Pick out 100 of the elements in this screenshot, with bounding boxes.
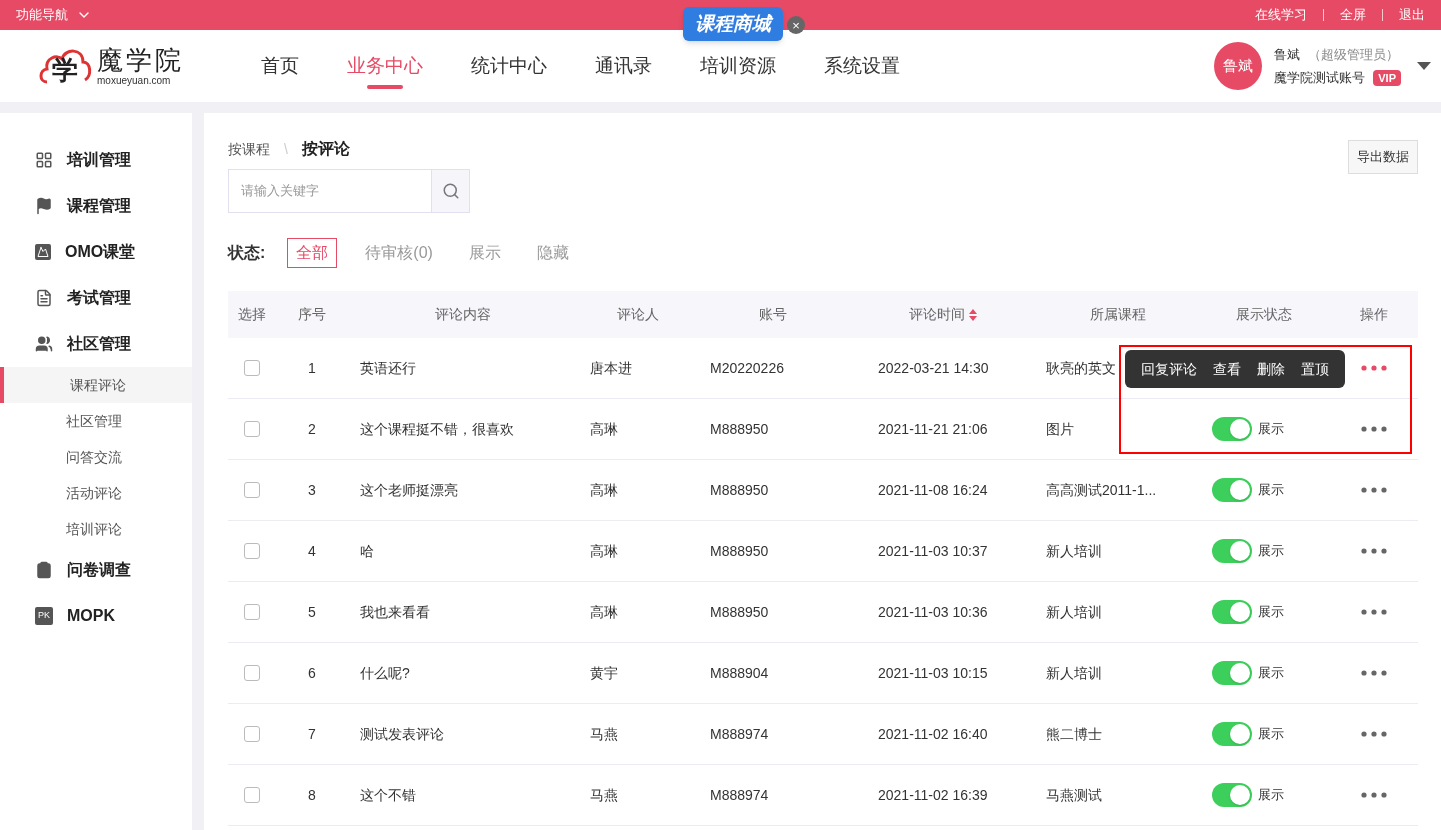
sidebar-subitem[interactable]: 社区管理 [0,403,192,439]
sidebar-item[interactable]: 问卷调查 [0,547,192,593]
status-text: 展示 [1258,603,1284,622]
menu-action[interactable]: 查看 [1213,358,1241,380]
vip-badge: VIP [1373,69,1401,86]
pk-icon: PK [35,607,53,625]
dropdown-icon[interactable] [1417,62,1431,70]
nav-tab[interactable]: 系统设置 [824,30,900,102]
display-toggle[interactable] [1212,478,1252,502]
column-header: 展示状态 [1235,305,1293,324]
status-filter-tab[interactable]: 全部 [287,238,338,268]
row-checkbox[interactable] [244,726,260,742]
breadcrumb-item[interactable]: 按评论 [301,137,350,161]
more-icon[interactable] [1361,426,1387,432]
grid-icon [35,151,53,169]
clipboard-icon [35,561,53,579]
display-toggle[interactable] [1212,783,1252,807]
sidebar-item[interactable]: OMO课堂 [0,229,192,275]
sidebar-item[interactable]: PK MOPK [0,593,192,639]
export-button[interactable]: 导出数据 [1348,140,1418,174]
column-header: 评论内容 [434,305,492,324]
breadcrumb-item[interactable]: 按课程 [228,138,270,160]
sidebar-subitem[interactable]: 培训评论 [0,511,192,547]
table-cell-text: 什么呢? [359,663,411,683]
table-cell-text: M888950 [709,419,770,439]
sidebar-subitem[interactable]: 课程评论 [0,367,192,403]
search-field[interactable]: 请输入关键字 [228,169,432,213]
sidebar-item[interactable]: 课程管理 [0,183,192,229]
status-text: 展示 [1258,542,1284,561]
display-toggle[interactable] [1212,417,1252,441]
table-cell-text: M888904 [709,663,770,683]
table-cell-text: 黄宇 [589,663,619,683]
table-cell: 图片 [1046,420,1074,437]
row-checkbox[interactable] [244,421,260,437]
account-name: 魔学院测试账号 [1274,69,1366,87]
table-cell-text: 2022-03-21 14:30 [877,358,990,378]
status-text: 展示 [1258,420,1284,439]
nav-tab[interactable]: 首页 [261,30,299,102]
menu-action[interactable]: 置顶 [1301,358,1329,380]
table-cell-text: 马燕 [589,724,619,744]
menu-action[interactable]: 删除 [1257,358,1285,380]
table-cell: 新人培训 [1046,542,1102,559]
nav-tab[interactable]: 统计中心 [471,30,547,102]
more-icon[interactable] [1361,487,1387,493]
top-link[interactable]: 在线学习 [1255,5,1307,25]
row-checkbox[interactable] [244,482,260,498]
display-toggle[interactable] [1212,661,1252,685]
table-cell-text: M888950 [709,480,770,500]
logo-name: 魔学院 [97,45,184,75]
table-cell-text: 哈 [359,541,375,561]
table-cell-text: 英语还行 [359,358,417,378]
table-cell-text: 高琳 [589,419,619,439]
table-cell-text: 3 [307,480,317,500]
row-checkbox[interactable] [244,543,260,559]
search-button[interactable] [432,169,470,213]
status-text: 展示 [1258,786,1284,805]
table-cell-text: 2021-11-03 10:37 [877,541,989,561]
row-checkbox[interactable] [244,360,260,376]
table-cell-text: 4 [307,541,317,561]
table-cell-text: 我也来看看 [359,602,431,622]
row-checkbox[interactable] [244,604,260,620]
table-cell-text: 高琳 [589,480,619,500]
table-cell: 耿亮的英文 [1046,359,1116,376]
nav-tab[interactable]: 通讯录 [595,30,652,102]
nav-tab[interactable]: 业务中心 [347,30,423,102]
display-toggle[interactable] [1212,600,1252,624]
column-header: 账号 [758,305,788,324]
row-checkbox[interactable] [244,787,260,803]
more-icon[interactable] [1361,731,1387,737]
table-cell-text: 高琳 [589,602,619,622]
table-cell-text: 这个课程挺不错，很喜欢 [359,419,515,439]
function-nav-menu[interactable]: 功能导航 [16,5,92,25]
table-cell: 新人培训 [1046,664,1102,681]
table-cell-text: 这个老师挺漂亮 [359,480,459,500]
users-icon [35,335,53,353]
sidebar-subitem[interactable]: 问答交流 [0,439,192,475]
user-avatar[interactable]: 鲁斌 [1214,42,1263,90]
table-cell: 高高测试2011-1... [1046,481,1157,498]
menu-action[interactable]: 回复评论 [1141,358,1197,380]
display-toggle[interactable] [1212,539,1252,563]
more-icon[interactable] [1361,365,1387,371]
more-icon[interactable] [1361,670,1387,676]
more-icon[interactable] [1361,609,1387,615]
column-header[interactable]: 评论时间 [848,304,1038,325]
sort-icon[interactable] [969,308,977,321]
more-icon[interactable] [1361,792,1387,798]
user-name: 鲁斌 [1274,45,1301,64]
sidebar-item[interactable]: 社区管理 [0,321,192,367]
table-cell-text: 这个不错 [359,785,417,805]
sidebar-item[interactable]: 考试管理 [0,275,192,321]
display-toggle[interactable] [1212,722,1252,746]
row-checkbox[interactable] [244,665,260,681]
breadcrumb-separator: \ [284,139,288,159]
top-link[interactable]: 全屏 [1340,5,1366,25]
sidebar-item[interactable]: 培训管理 [0,137,192,183]
top-link[interactable]: 退出 [1399,5,1425,25]
more-icon[interactable] [1361,548,1387,554]
close-button[interactable]: × [787,16,805,34]
sidebar-subitem[interactable]: 活动评论 [0,475,192,511]
course-mall-badge[interactable]: 课程商城 [683,7,783,41]
